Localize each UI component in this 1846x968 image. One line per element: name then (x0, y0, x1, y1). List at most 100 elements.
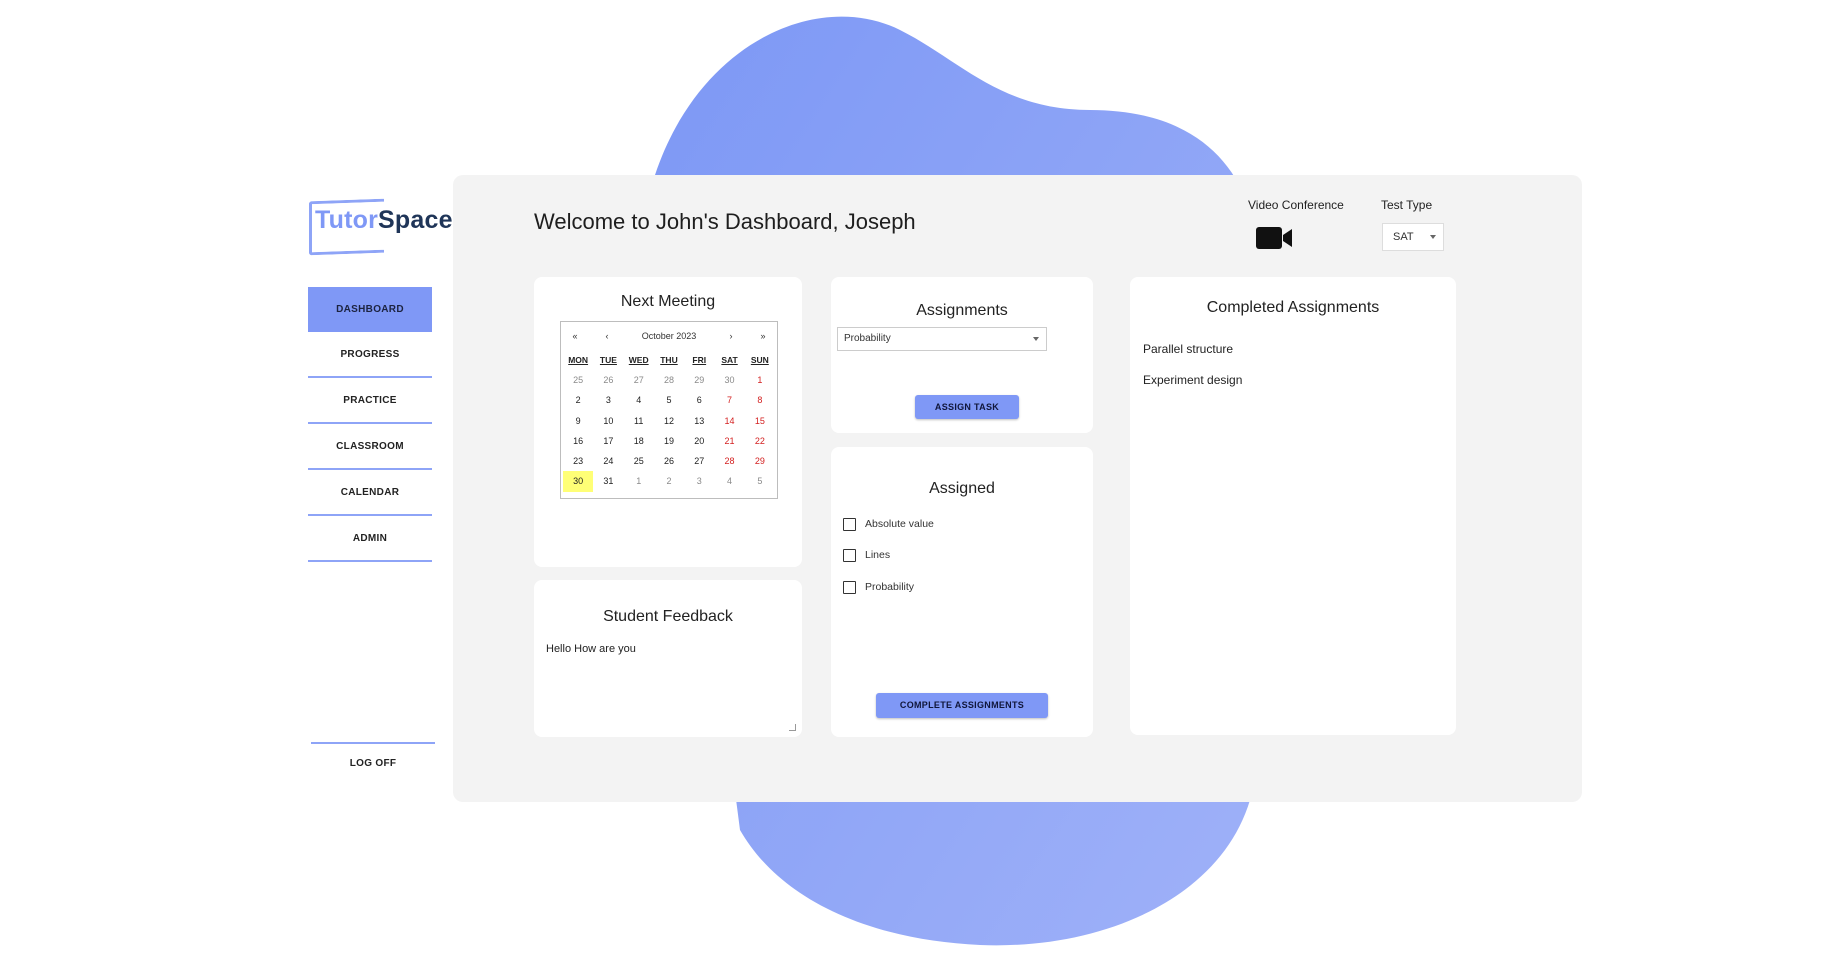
calendar-day[interactable]: 22 (745, 431, 775, 451)
weekday-label: FRI (692, 355, 707, 365)
calendar-day[interactable]: 5 (654, 390, 684, 410)
calendar-day[interactable]: 20 (684, 431, 714, 451)
student-feedback-card: Student Feedback Hello How are you (534, 580, 802, 737)
feedback-textarea[interactable]: Hello How are you (546, 643, 636, 655)
assigned-card: Assigned Absolute value Lines Probabilit… (831, 447, 1093, 737)
calendar-month-label: October 2023 (641, 331, 697, 341)
weekday-label: SAT (721, 355, 738, 365)
weekday-label: MON (568, 355, 589, 365)
assigned-checkbox[interactable] (843, 581, 856, 594)
calendar-day[interactable]: 29 (745, 451, 775, 471)
sidebar-item-admin[interactable]: ADMIN (308, 518, 432, 562)
completed-item: Parallel structure (1143, 342, 1234, 356)
assignments-title: Assignments (916, 302, 1008, 319)
calendar-grid: MON TUE WED THU FRI SAT SUN 25 26 27 28 29 30… (563, 352, 775, 492)
assign-task-button[interactable]: ASSIGN TASK (915, 395, 1019, 419)
weekday-label: WED (628, 355, 649, 365)
sidebar-item-progress[interactable]: PROGRESS (308, 334, 432, 378)
calendar-day[interactable]: 18 (624, 431, 654, 451)
calendar-day[interactable]: 26 (654, 451, 684, 471)
calendar-day[interactable]: 27 (684, 451, 714, 471)
next-year-button[interactable]: » (755, 331, 771, 341)
sidebar-item-calendar[interactable]: CALENDAR (308, 472, 432, 516)
dashboard-panel: Welcome to John's Dashboard, Joseph Vide… (453, 175, 1582, 802)
calendar-day[interactable]: 2 (563, 390, 593, 410)
calendar-day[interactable]: 4 (714, 471, 744, 491)
calendar-day[interactable]: 1 (745, 370, 775, 390)
sidebar-nav: DASHBOARD PROGRESS PRACTICE CLASSROOM CA… (308, 287, 432, 564)
assigned-item-label: Absolute value (865, 518, 934, 530)
next-month-button[interactable]: › (723, 331, 739, 341)
video-camera-icon[interactable] (1254, 225, 1294, 251)
calendar-day[interactable]: 25 (563, 370, 593, 390)
sidebar-item-dashboard[interactable]: DASHBOARD (308, 287, 432, 332)
calendar-day[interactable]: 19 (654, 431, 684, 451)
assignment-select[interactable]: Probability (837, 327, 1047, 351)
completed-item: Experiment design (1143, 373, 1243, 387)
calendar-day[interactable]: 7 (714, 390, 744, 410)
calendar-day[interactable]: 2 (654, 471, 684, 491)
calendar-day[interactable]: 14 (714, 411, 744, 431)
test-type-label: Test Type (1381, 198, 1433, 212)
calendar-day[interactable]: 1 (624, 471, 654, 491)
calendar-day[interactable]: 13 (684, 411, 714, 431)
calendar-day[interactable]: 21 (714, 431, 744, 451)
calendar-weeks: 25 26 27 28 29 30 1 2 3 4 5 6 7 8 9 10 11 12 13 14 15 16 17 18 1… (563, 370, 775, 492)
logoff-divider (311, 742, 435, 744)
weekday-label: SUN (750, 355, 769, 365)
calendar-week-row: 16 17 18 19 20 21 22 (563, 431, 775, 451)
calendar-day[interactable]: 8 (745, 390, 775, 410)
next-meeting-card: Next Meeting « ‹ October 2023 › » MON TU… (534, 277, 802, 567)
calendar-day[interactable]: 9 (563, 411, 593, 431)
calendar-day[interactable]: 25 (624, 451, 654, 471)
calendar-day[interactable]: 29 (684, 370, 714, 390)
calendar-day[interactable]: 28 (714, 451, 744, 471)
calendar-day[interactable]: 17 (593, 431, 623, 451)
calendar-week-row: 30 31 1 2 3 4 5 (563, 471, 775, 492)
video-conference-label: Video Conference (1248, 198, 1344, 212)
complete-assignments-button[interactable]: COMPLETE ASSIGNMENTS (876, 693, 1048, 718)
page-title: Welcome to John's Dashboard, Joseph (534, 209, 916, 234)
completed-assignments-card: Completed Assignments Parallel structure… (1130, 277, 1456, 735)
calendar-day[interactable]: 6 (684, 390, 714, 410)
assigned-checkbox[interactable] (843, 549, 856, 562)
test-type-value: SAT (1393, 231, 1414, 243)
student-feedback-title: Student Feedback (603, 608, 733, 625)
calendar-day[interactable]: 10 (593, 411, 623, 431)
calendar-day[interactable]: 3 (684, 471, 714, 491)
resize-handle-icon[interactable] (789, 724, 796, 731)
sidebar-item-practice[interactable]: PRACTICE (308, 380, 432, 424)
completed-assignments-title: Completed Assignments (1206, 299, 1380, 316)
calendar-day[interactable]: 3 (593, 390, 623, 410)
calendar-day[interactable]: 30 (714, 370, 744, 390)
logo-text: TutorSpace (315, 206, 453, 234)
calendar-day[interactable]: 30 (563, 471, 594, 492)
calendar-day[interactable]: 31 (593, 471, 623, 491)
calendar-day[interactable]: 4 (624, 390, 654, 410)
calendar-day[interactable]: 23 (563, 451, 593, 471)
calendar-week-row: 23 24 25 26 27 28 29 (563, 451, 775, 471)
sidebar-item-classroom[interactable]: CLASSROOM (308, 426, 432, 470)
next-meeting-title: Next Meeting (620, 293, 716, 310)
calendar-week-row: 9 10 11 12 13 14 15 (563, 411, 775, 431)
chevron-down-icon (1430, 235, 1436, 239)
calendar-day[interactable]: 24 (593, 451, 623, 471)
calendar-day[interactable]: 28 (654, 370, 684, 390)
weekday-label: TUE (599, 355, 617, 365)
logoff-button[interactable]: LOG OFF (311, 758, 435, 769)
weekday-row: MON TUE WED THU FRI SAT SUN (563, 352, 775, 370)
calendar-week-row: 25 26 27 28 29 30 1 (563, 370, 775, 390)
test-type-select[interactable]: SAT (1382, 223, 1444, 251)
calendar-day[interactable]: 11 (624, 411, 654, 431)
calendar-day[interactable]: 26 (593, 370, 623, 390)
tutorspace-logo[interactable]: TutorSpace (305, 198, 460, 256)
calendar-day[interactable]: 12 (654, 411, 684, 431)
calendar-day[interactable]: 27 (624, 370, 654, 390)
calendar-day[interactable]: 5 (745, 471, 775, 491)
calendar-day[interactable]: 16 (563, 431, 593, 451)
calendar-day[interactable]: 15 (745, 411, 775, 431)
chevron-down-icon (1033, 337, 1039, 341)
calendar-header: « ‹ October 2023 › » (561, 331, 777, 345)
assigned-item-label: Lines (865, 549, 891, 561)
assigned-checkbox[interactable] (843, 518, 856, 531)
